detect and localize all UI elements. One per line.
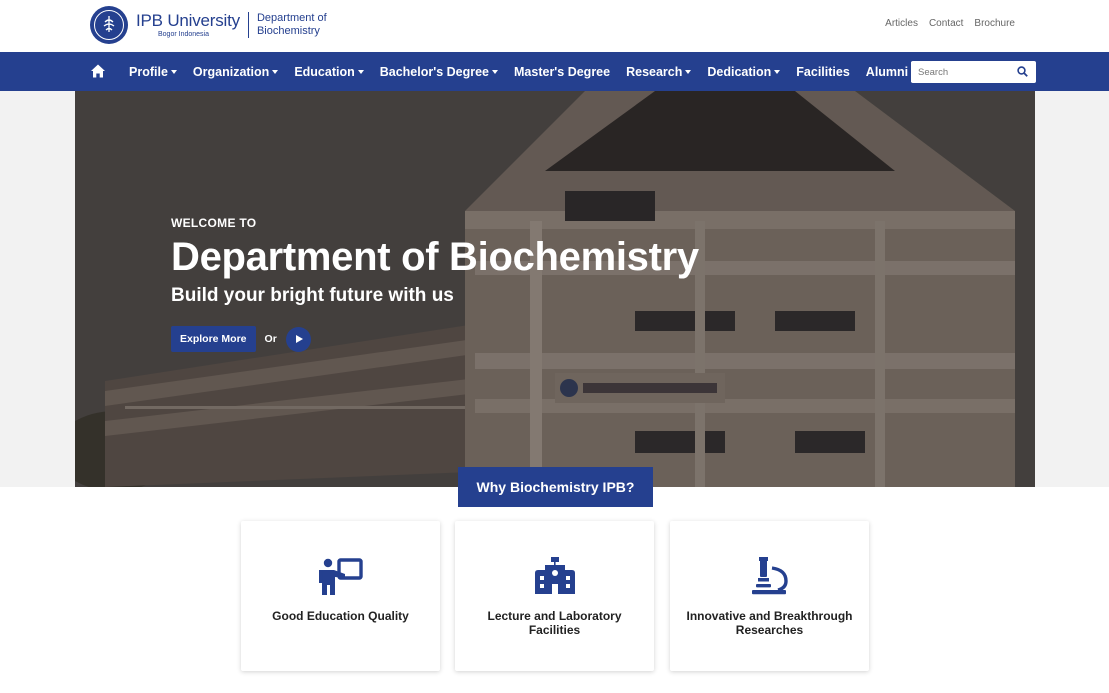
feature-card-label: Lecture and Laboratory Facilities bbox=[487, 609, 622, 637]
hero-title: Department of Biochemistry bbox=[171, 235, 699, 279]
nav-item-facilities[interactable]: Facilities bbox=[796, 65, 850, 79]
hero-welcome-text: WELCOME TO bbox=[171, 216, 257, 230]
nav-item-masters-degree[interactable]: Master's Degree bbox=[514, 65, 610, 79]
caret-down-icon bbox=[774, 69, 781, 74]
home-icon[interactable] bbox=[90, 63, 106, 79]
nav-item-education[interactable]: Education bbox=[294, 65, 364, 79]
caret-down-icon bbox=[272, 69, 279, 74]
school-building-icon bbox=[535, 557, 575, 594]
feature-card-facilities: Lecture and Laboratory Facilities bbox=[455, 521, 654, 671]
why-section-title: Why Biochemistry IPB? bbox=[458, 467, 653, 507]
explore-more-button[interactable]: Explore More bbox=[171, 326, 256, 352]
nav-item-alumni[interactable]: Alumni bbox=[866, 65, 908, 79]
caret-down-icon bbox=[685, 69, 692, 74]
or-text: Or bbox=[264, 333, 277, 345]
top-link-contact[interactable]: Contact bbox=[929, 18, 963, 29]
teacher-board-icon bbox=[319, 558, 363, 595]
logo-divider bbox=[247, 12, 249, 38]
play-video-icon[interactable] bbox=[285, 326, 311, 352]
hero-tagline: Build your bright future with us bbox=[171, 285, 454, 306]
hero-banner: WELCOME TO Department of Biochemistry Bu… bbox=[75, 91, 1035, 487]
nav-item-profile[interactable]: Profile bbox=[129, 65, 177, 79]
site-logo[interactable]: IPB University Bogor Indonesia Departmen… bbox=[90, 6, 333, 44]
nav-item-bachelors-degree[interactable]: Bachelor's Degree bbox=[380, 65, 499, 79]
hero-section: WELCOME TO Department of Biochemistry Bu… bbox=[0, 91, 1109, 487]
feature-card-label: Innovative and Breakthrough Researches bbox=[686, 609, 853, 637]
caret-down-icon bbox=[170, 69, 177, 74]
hero-actions: Explore More Or bbox=[171, 326, 699, 352]
nav-item-organization[interactable]: Organization bbox=[193, 65, 279, 79]
caret-down-icon bbox=[492, 69, 499, 74]
logo-university-sub: Bogor Indonesia bbox=[158, 31, 209, 38]
top-link-brochure[interactable]: Brochure bbox=[974, 18, 1015, 29]
logo-department-name: Department of Biochemistry bbox=[256, 12, 327, 37]
logo-university-name: IPB University bbox=[136, 11, 240, 30]
feature-card-label: Good Education Quality bbox=[272, 609, 409, 623]
hero-content: WELCOME TO Department of Biochemistry Bu… bbox=[171, 216, 699, 352]
nav-item-research[interactable]: Research bbox=[626, 65, 692, 79]
top-header: IPB University Bogor Indonesia Departmen… bbox=[0, 0, 1109, 52]
main-navbar: Profile Organization Education Bachelor'… bbox=[0, 52, 1109, 91]
nav-item-dedication[interactable]: Dedication bbox=[707, 65, 781, 79]
search-input[interactable] bbox=[911, 62, 1011, 82]
microscope-icon bbox=[752, 557, 788, 595]
search-box bbox=[911, 61, 1036, 83]
top-links: Articles Contact Brochure bbox=[885, 18, 1015, 29]
top-link-articles[interactable]: Articles bbox=[885, 18, 918, 29]
search-icon[interactable] bbox=[1017, 66, 1028, 77]
feature-card-education: Good Education Quality bbox=[241, 521, 440, 671]
caret-down-icon bbox=[357, 69, 364, 74]
feature-card-research: Innovative and Breakthrough Researches bbox=[670, 521, 869, 671]
ipb-seal-icon bbox=[90, 6, 128, 44]
